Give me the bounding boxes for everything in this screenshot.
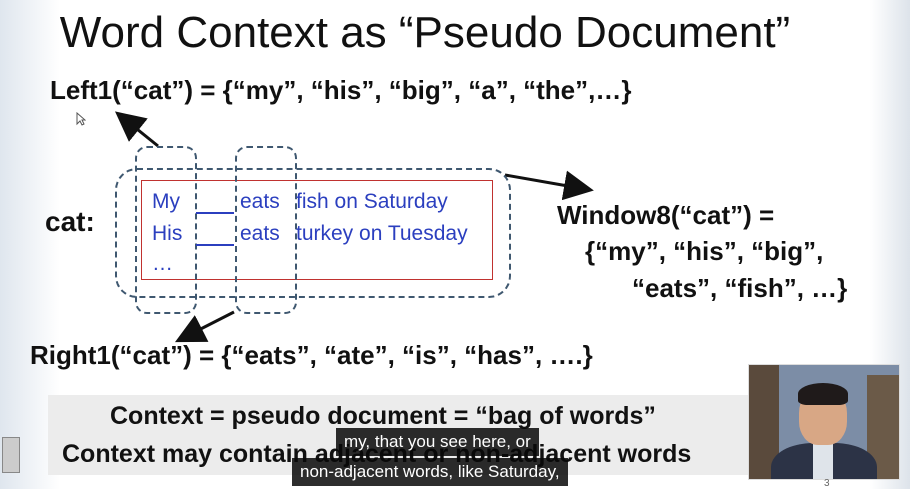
arrow-to-window8: [504, 170, 594, 201]
window8-line3: “eats”, “fish”, …}: [632, 273, 848, 303]
presenter-hair: [798, 383, 848, 405]
sentence2-blank: [196, 244, 234, 246]
sentence2-eats: eats: [240, 222, 280, 245]
right1-definition: Right1(“cat”) = {“eats”, “ate”, “is”, “h…: [30, 340, 593, 370]
sentence2-first-word: His: [152, 222, 183, 245]
sentence1-blank: [196, 212, 234, 214]
cat-label: cat:: [45, 206, 95, 237]
subtitle-line2: non-adjacent words, like Saturday,: [292, 458, 568, 486]
sentence2-rest: turkey on Tuesday: [296, 222, 468, 245]
context-summary-line1: Context = pseudo document = “bag of word…: [110, 402, 656, 430]
arrow-to-left1: [114, 111, 159, 148]
sentence1-rest: fish on Saturday: [296, 190, 448, 213]
slide-page-number: 3: [824, 478, 830, 489]
sentence-ellipsis: …: [152, 252, 173, 275]
side-panel-icon[interactable]: [2, 437, 20, 473]
window8-line1: Window8(“cat”) =: [557, 200, 775, 230]
sentence1-first-word: My: [152, 190, 180, 213]
presenter-webcam: [748, 364, 900, 480]
subtitle-line1: my, that you see here, or: [336, 428, 539, 456]
arrow-to-right1: [174, 310, 235, 343]
mouse-cursor-icon: [76, 112, 86, 126]
sentence1-eats: eats: [240, 190, 280, 213]
presenter-shirt: [813, 443, 833, 479]
window8-line2: {“my”, “his”, “big”,: [585, 236, 824, 266]
